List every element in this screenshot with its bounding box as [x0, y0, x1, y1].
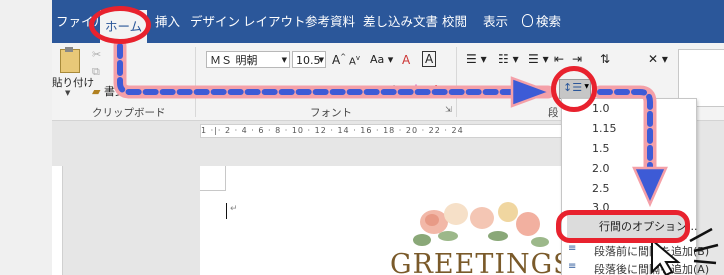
annotation-dashed-arrow — [597, 89, 653, 181]
click-burst-line — [689, 227, 713, 243]
mouse-pointer-icon — [651, 237, 681, 275]
arrow-down-icon — [632, 166, 668, 208]
arrow-right-icon — [510, 76, 554, 108]
highlight-circle-line-spacing — [551, 66, 597, 112]
highlight-circle-home-tab — [89, 6, 151, 44]
annotation-dashed-arrow — [117, 43, 541, 95]
click-burst-line — [693, 259, 717, 265]
annotation-path-pink — [113, 39, 555, 99]
highlight-ring-line-options — [556, 210, 690, 243]
word-window: ファイル ホーム 挿入 デザイン レイアウト 参考資料 差し込み文書 校閲 表示… — [0, 0, 724, 275]
click-burst-line — [693, 243, 719, 253]
annotation-path-pink — [593, 85, 657, 185]
